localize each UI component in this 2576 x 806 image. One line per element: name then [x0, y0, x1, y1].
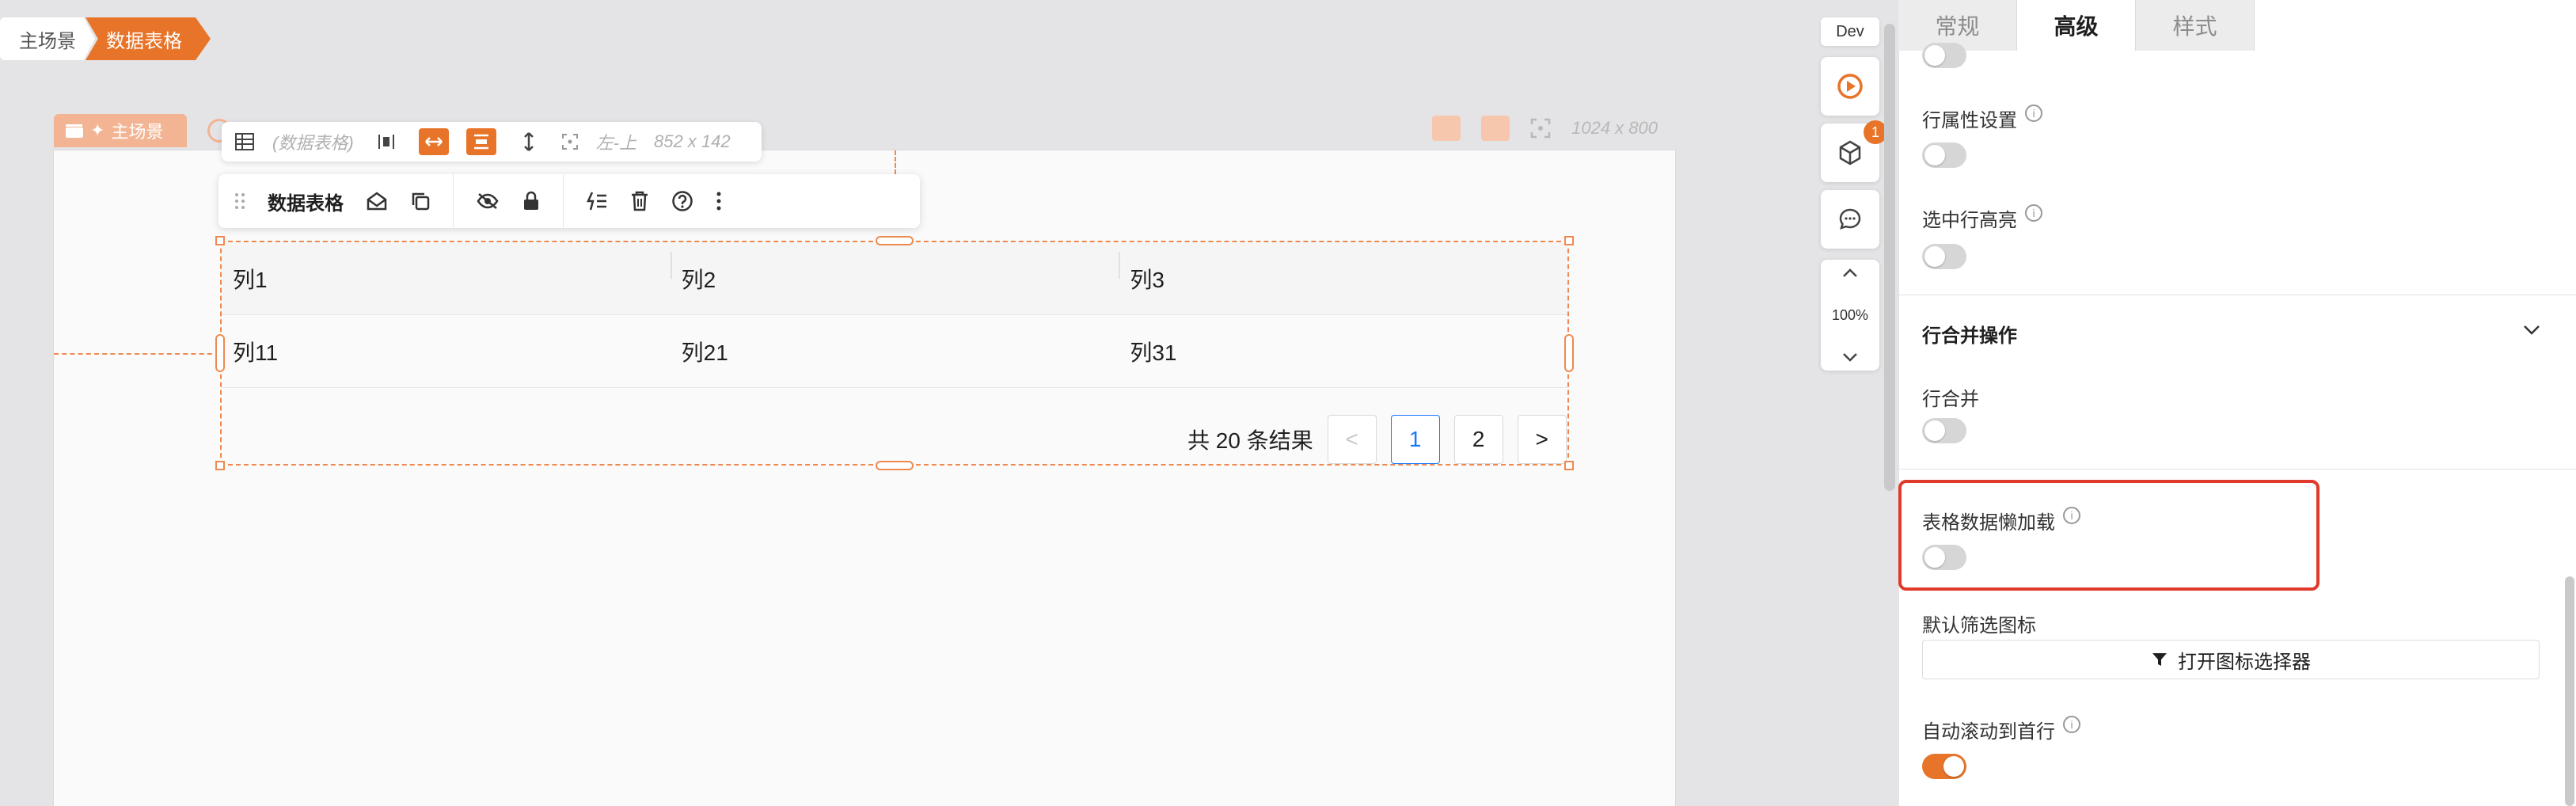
row-merge-setting: 行合并	[1922, 383, 1979, 411]
clapper-icon	[66, 124, 83, 138]
chat-icon	[1839, 208, 1861, 230]
resize-handle[interactable]	[1564, 461, 1574, 470]
breadcrumb-current[interactable]: 数据表格	[85, 17, 211, 60]
section-divider	[1898, 469, 2576, 470]
info-icon[interactable]: i	[2063, 506, 2080, 524]
panel-scrollbar[interactable]	[2565, 576, 2574, 806]
lazy-load-toggle[interactable]	[1922, 545, 1966, 570]
focus-icon[interactable]	[1530, 118, 1551, 139]
info-icon[interactable]: i	[2063, 715, 2080, 733]
canvas-size-info: 1024 x 800	[1432, 116, 1658, 141]
resize-handle[interactable]	[1564, 236, 1574, 245]
resize-handle[interactable]	[876, 461, 914, 470]
canvas-scrollbar[interactable]	[1884, 24, 1895, 491]
zoom-in-chevron-up-icon[interactable]	[1841, 268, 1859, 279]
open-envelope-icon[interactable]	[366, 191, 388, 211]
eye-off-icon[interactable]	[476, 192, 500, 211]
zoom-control: 100%	[1821, 260, 1879, 371]
component-title: 数据表格	[268, 192, 344, 215]
trash-icon[interactable]	[630, 191, 649, 211]
drag-handle-icon[interactable]	[234, 192, 245, 211]
fit-height-button[interactable]	[465, 128, 496, 155]
event-list-icon[interactable]	[586, 191, 608, 211]
auto-scroll-toggle[interactable]	[1922, 754, 1966, 779]
chevron-down-icon[interactable]	[2522, 323, 2541, 336]
toggle-switch[interactable]	[1922, 43, 1966, 68]
filter-icon-setting: 默认筛选图标	[1922, 610, 2036, 637]
open-icon-picker-label: 打开图标选择器	[2178, 651, 2311, 673]
highlight-box	[1898, 480, 2320, 591]
selection-outline	[220, 241, 1569, 466]
row-merge-toggle[interactable]	[1922, 418, 1966, 443]
resize-handle[interactable]	[215, 236, 225, 245]
table-icon	[235, 133, 254, 150]
filter-icon	[2152, 653, 2167, 666]
tab-advanced[interactable]: 高级	[2017, 0, 2136, 51]
merge-section-title[interactable]: 行合并操作	[1922, 320, 2017, 348]
zoom-out-chevron-down-icon[interactable]	[1841, 352, 1859, 363]
row-props-label: 行属性设置	[1922, 110, 2017, 131]
tab-style[interactable]: 样式	[2136, 0, 2255, 51]
position-label: 左-上	[595, 133, 636, 153]
focus-icon[interactable]	[561, 133, 579, 150]
scene-tag[interactable]: ✦ 主场景	[54, 114, 187, 147]
auto-scroll-label: 自动滚动到首行	[1922, 721, 2055, 743]
canvas-size-label: 1024 x 800	[1571, 118, 1658, 138]
row-merge-label: 行合并	[1922, 389, 1979, 410]
resize-handle[interactable]	[215, 334, 225, 372]
zoom-level: 100%	[1831, 306, 1869, 323]
help-icon[interactable]	[671, 190, 693, 212]
more-icon[interactable]	[716, 191, 722, 211]
lazy-load-setting: 表格数据懒加载 i	[1922, 506, 2080, 534]
lazy-load-label: 表格数据懒加载	[1922, 512, 2055, 534]
align-center-button[interactable]	[371, 128, 401, 155]
row-props-toggle[interactable]	[1922, 143, 1966, 168]
stretch-height-button[interactable]	[514, 128, 544, 155]
component-info-toolbar: (数据表格) 左-上 852 x 142	[222, 122, 762, 162]
env-tag[interactable]: Dev	[1821, 17, 1879, 46]
auto-scroll-setting: 自动滚动到首行 i	[1922, 715, 2080, 743]
component-name: (数据表格)	[272, 133, 354, 153]
component-toolbar: 数据表格	[218, 174, 920, 228]
resize-handle[interactable]	[876, 236, 914, 245]
open-icon-picker-button[interactable]: 打开图标选择器	[1922, 640, 2540, 679]
guide-line-horizontal	[54, 353, 220, 355]
highlight-row-setting: 选中行高亮 i	[1922, 203, 2042, 232]
highlight-row-toggle[interactable]	[1922, 244, 1966, 269]
scene-tag-label: 主场景	[111, 122, 164, 142]
fit-width-icon[interactable]	[1432, 116, 1461, 141]
stretch-width-button[interactable]	[418, 128, 449, 155]
resize-handle[interactable]	[215, 461, 225, 470]
copy-icon[interactable]	[410, 191, 431, 211]
fit-height-icon[interactable]	[1481, 116, 1510, 141]
lock-icon[interactable]	[522, 191, 541, 211]
row-props-setting: 行属性设置 i	[1922, 104, 2042, 132]
info-icon[interactable]: i	[2025, 203, 2042, 222]
comments-button[interactable]	[1821, 190, 1879, 249]
play-circle-icon	[1837, 74, 1863, 99]
resize-handle[interactable]	[1564, 334, 1574, 372]
breadcrumb-root[interactable]: 主场景	[0, 17, 95, 60]
info-icon[interactable]: i	[2025, 104, 2042, 122]
cube-icon	[1839, 140, 1861, 165]
component-size-label: 852 x 142	[653, 131, 731, 151]
preview-button[interactable]	[1821, 57, 1879, 116]
filter-icon-label: 默认筛选图标	[1922, 615, 2036, 637]
highlight-row-label: 选中行高亮	[1922, 210, 2017, 231]
guide-line-vertical	[895, 150, 896, 174]
